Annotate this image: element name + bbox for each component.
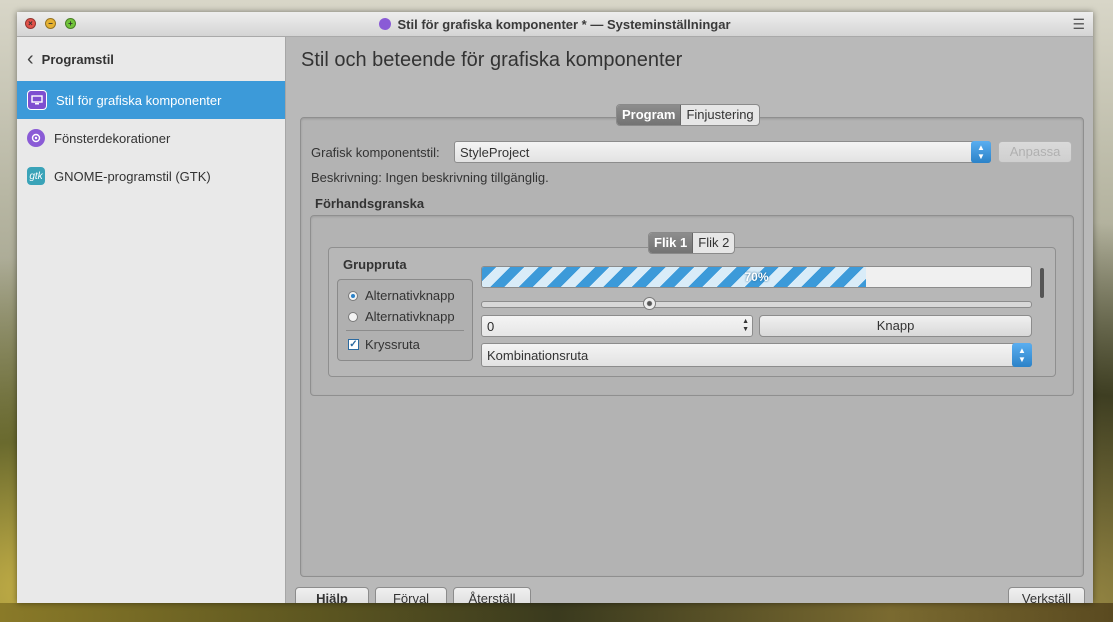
monitor-icon bbox=[27, 90, 47, 110]
groupbox-title: Gruppruta bbox=[343, 257, 407, 272]
progress-text: 70% bbox=[744, 270, 769, 284]
sidebar-item-widget-style[interactable]: Stil för grafiska komponenter bbox=[17, 81, 285, 119]
widget-style-value: StyleProject bbox=[460, 145, 530, 160]
main-panel: Stil och beteende för grafiska komponent… bbox=[286, 37, 1093, 603]
radio-label-1: Alternativknapp bbox=[365, 288, 455, 303]
preview-combo-value: Kombinationsruta bbox=[487, 348, 589, 363]
preview-heading: Förhandsgranska bbox=[315, 196, 425, 211]
description-text: Beskrivning: Ingen beskrivning tillgängl… bbox=[311, 170, 549, 185]
widget-style-label: Grafisk komponentstil: bbox=[311, 145, 440, 160]
checkbox-label: Kryssruta bbox=[365, 337, 420, 352]
maximize-window-button[interactable]: + bbox=[65, 18, 76, 29]
window-title: Stil för grafiska komponenter * — System… bbox=[379, 16, 731, 32]
sidebar-back-button[interactable]: ‹ Programstil bbox=[17, 37, 285, 81]
preview-button[interactable]: Knapp bbox=[759, 315, 1032, 337]
minimize-window-button[interactable]: − bbox=[45, 18, 56, 29]
sidebar-item-label: Stil för grafiska komponenter bbox=[56, 92, 222, 108]
hamburger-menu-icon[interactable]: ☰ bbox=[1072, 16, 1085, 33]
adjust-button[interactable]: Anpassa bbox=[998, 141, 1072, 163]
progress-bar: 70% bbox=[481, 266, 1032, 288]
apply-button[interactable]: Verkställ bbox=[1008, 587, 1085, 603]
preview-tab-bar: Flik 1 Flik 2 bbox=[648, 232, 736, 254]
spin-arrows-icon[interactable]: ▲ ▼ bbox=[742, 318, 749, 334]
title-bar: × − + Stil för grafiska komponenter * — … bbox=[17, 12, 1093, 37]
spin-box[interactable]: 0 ▲ ▼ bbox=[481, 315, 753, 337]
tab-flik-2[interactable]: Flik 2 bbox=[693, 233, 734, 253]
preview-combo[interactable]: Kombinationsruta ▲ ▼ bbox=[481, 343, 1032, 367]
chevron-left-icon: ‹ bbox=[27, 48, 34, 70]
page-title: Stil och beteende för grafiska komponent… bbox=[301, 49, 683, 71]
updown-arrows-icon: ▲ ▼ bbox=[971, 141, 991, 163]
spin-box-value: 0 bbox=[487, 319, 495, 334]
groupbox: Alternativknapp Alternativknapp ✓ Kryssr… bbox=[337, 279, 473, 361]
close-window-button[interactable]: × bbox=[25, 18, 36, 29]
tab-program[interactable]: Program bbox=[617, 105, 682, 125]
sidebar-item-window-decorations[interactable]: Fönsterdekorationer bbox=[17, 119, 285, 157]
groupbox-divider bbox=[346, 330, 464, 331]
gear-icon bbox=[27, 129, 45, 147]
widget-style-combo[interactable]: StyleProject ▲ ▼ bbox=[454, 141, 991, 163]
help-button[interactable]: Hjälp bbox=[295, 587, 369, 603]
vertical-scrollbar[interactable] bbox=[1040, 268, 1044, 298]
window-title-text: Stil för grafiska komponenter * — System… bbox=[397, 16, 731, 32]
radio-button-2[interactable] bbox=[348, 312, 358, 322]
sidebar-back-label: Programstil bbox=[41, 51, 114, 67]
app-gear-icon bbox=[379, 18, 392, 30]
radio-button-1[interactable] bbox=[348, 291, 358, 301]
updown-arrows-icon: ▲ ▼ bbox=[1012, 343, 1032, 367]
sidebar-item-label: Fönsterdekorationer bbox=[54, 130, 171, 146]
preview-tab-frame: Gruppruta Alternativknapp Alternativknap… bbox=[328, 247, 1056, 377]
gtk-icon: gtk bbox=[27, 167, 45, 185]
radio-label-2: Alternativknapp bbox=[365, 309, 455, 324]
tab-flik-1[interactable]: Flik 1 bbox=[649, 233, 694, 253]
main-tab-bar: Program Finjustering bbox=[616, 104, 760, 126]
slider-handle[interactable] bbox=[642, 297, 656, 310]
tab-fine-tuning[interactable]: Finjustering bbox=[681, 105, 758, 125]
checkbox[interactable]: ✓ bbox=[348, 339, 359, 350]
sidebar-item-gtk-style[interactable]: gtk GNOME-programstil (GTK) bbox=[17, 157, 285, 195]
sidebar: ‹ Programstil Stil för grafiska komponen… bbox=[17, 37, 286, 603]
desktop-wallpaper bbox=[0, 603, 1113, 622]
defaults-button[interactable]: Förval bbox=[375, 587, 447, 603]
sidebar-item-label: GNOME-programstil (GTK) bbox=[54, 168, 211, 184]
reset-button[interactable]: Återställ bbox=[453, 587, 531, 603]
slider[interactable] bbox=[481, 297, 1032, 310]
settings-window: × − + Stil för grafiska komponenter * — … bbox=[17, 12, 1093, 603]
